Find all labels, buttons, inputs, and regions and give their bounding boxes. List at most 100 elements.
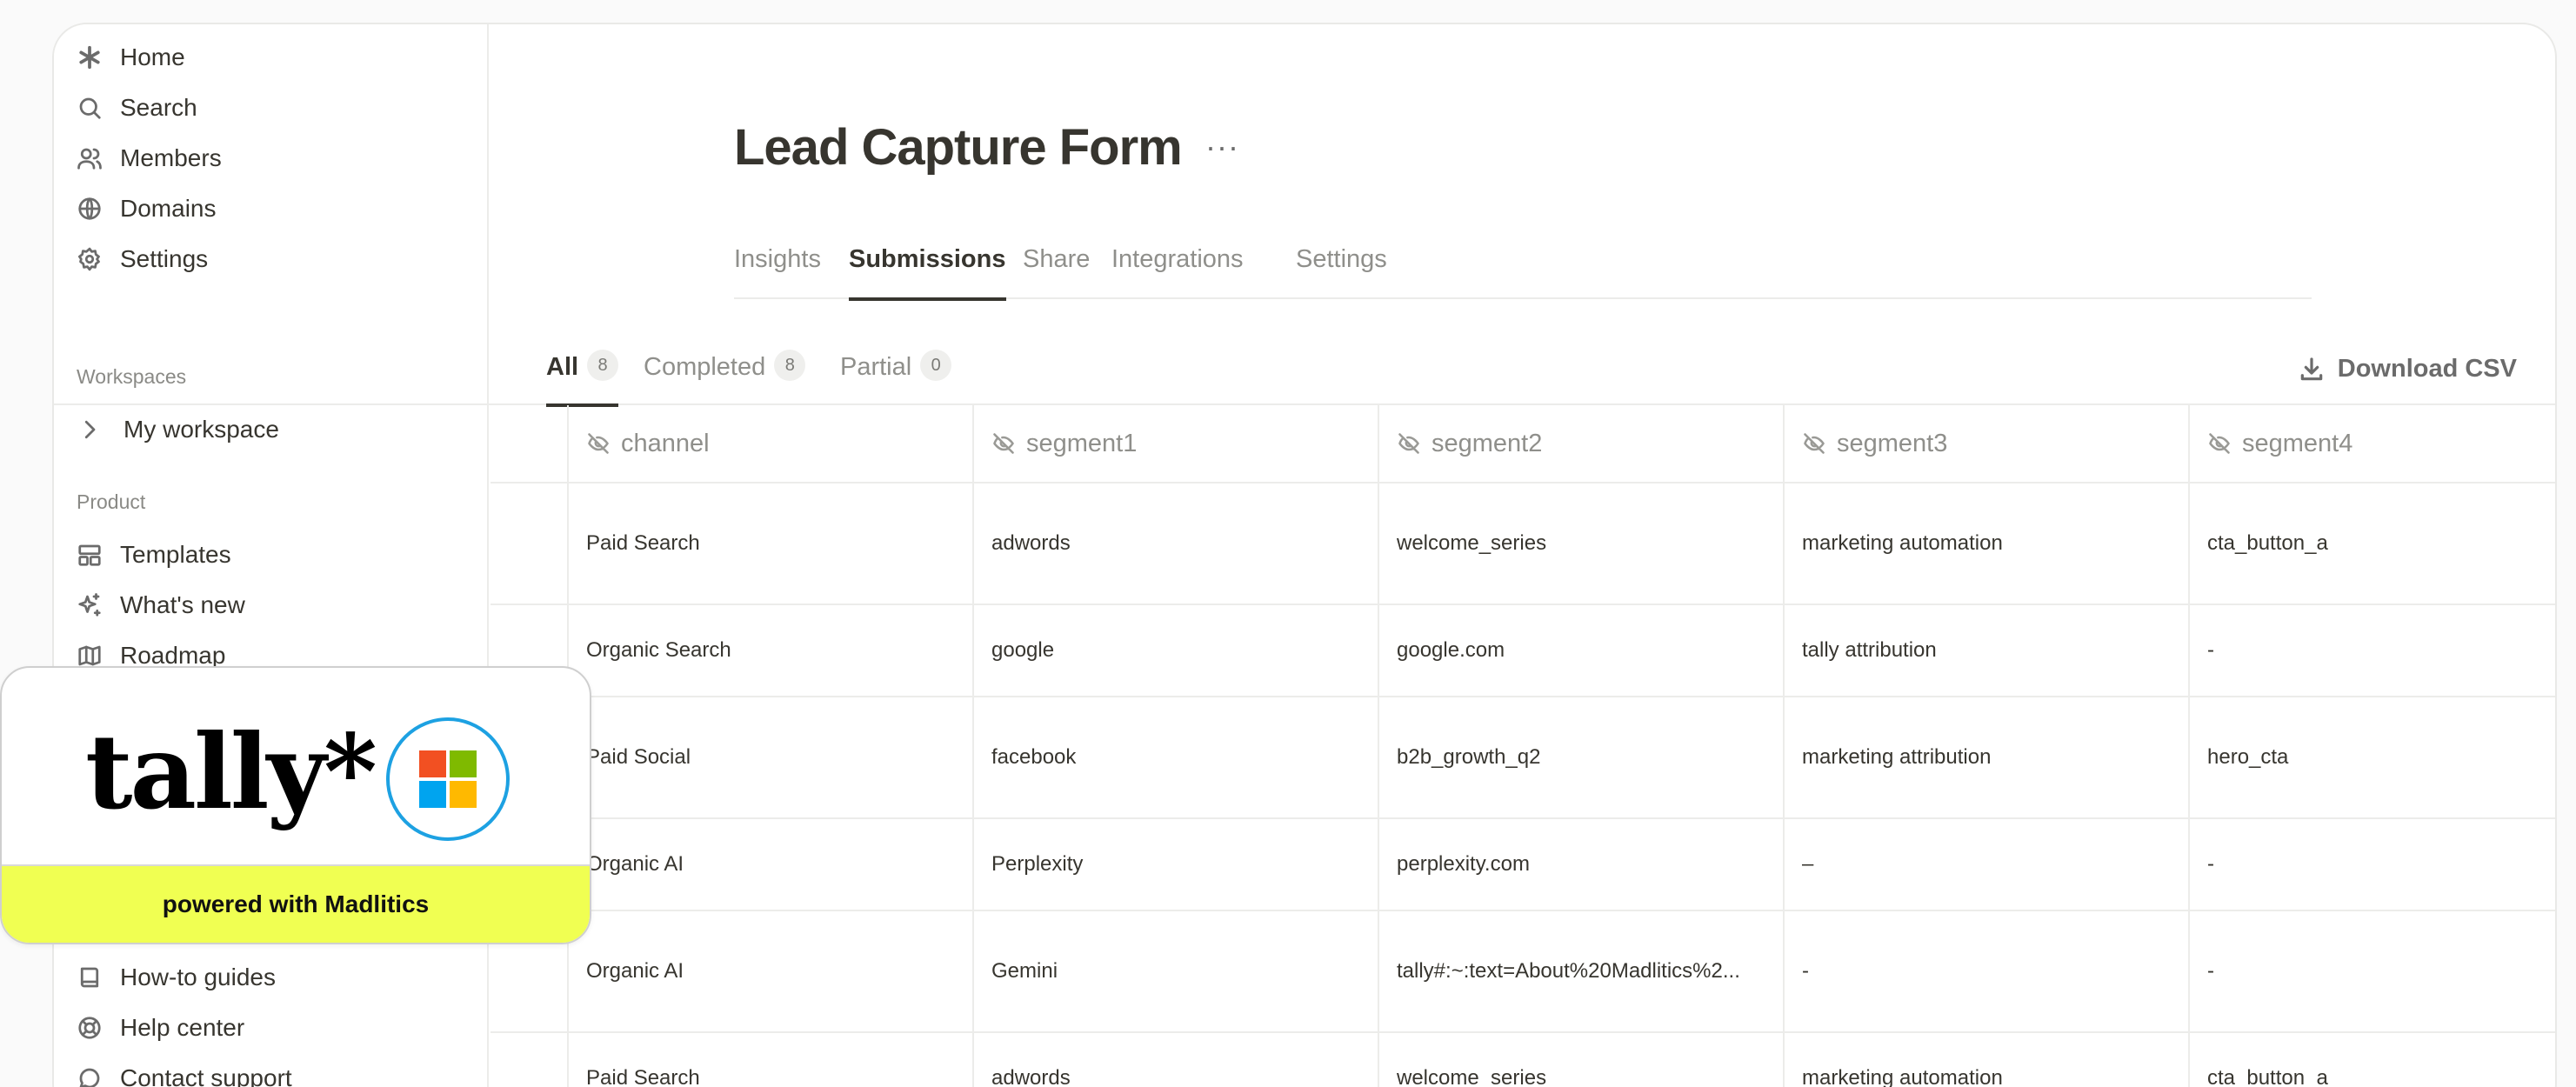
row-select-cell[interactable]	[491, 1033, 567, 1087]
sidebar-item-whats-new[interactable]: What's new	[75, 584, 466, 626]
sidebar-item-domains[interactable]: Domains	[75, 188, 466, 230]
download-label: Download CSV	[2337, 355, 2517, 383]
product-heading: Product	[77, 490, 146, 513]
table-cell: tally attribution	[1783, 605, 2188, 696]
table-row[interactable]: Paid Search adwords welcome_series marke…	[491, 483, 2555, 605]
table-cell: Paid Social	[567, 697, 972, 817]
layout-icon	[75, 540, 104, 570]
page-title: Lead Capture Form	[734, 119, 1183, 176]
column-label: segment3	[1837, 429, 1948, 457]
table-cell: tally#:~:text=About%20Madlitics%2...	[1378, 911, 1783, 1031]
table-cell: Paid Search	[567, 1033, 972, 1087]
tab-submissions[interactable]: Submissions	[849, 245, 1006, 301]
eye-off-icon	[993, 433, 1014, 454]
table-row[interactable]: Paid Search adwords welcome_series marke…	[491, 1033, 2555, 1087]
table-header-row: channel segment1 segment2 segment3 segme…	[491, 405, 2555, 483]
sidebar-item-settings[interactable]: Settings	[75, 238, 466, 280]
sidebar-item-label: Home	[120, 43, 185, 70]
table-row[interactable]: Organic AI Gemini tally#:~:text=About%20…	[491, 911, 2555, 1033]
sidebar-item-label: Domains	[120, 195, 217, 222]
column-header[interactable]: segment1	[972, 405, 1378, 482]
column-header[interactable]: segment2	[1378, 405, 1783, 482]
submission-filter-tabs: All 8 Completed 8 Partial 0 Download CSV	[54, 325, 2555, 407]
filter-label: All	[546, 353, 579, 381]
sidebar-item-label: Contact support	[120, 1064, 292, 1087]
sidebar-item-contact-support[interactable]: Contact support	[75, 1057, 466, 1087]
table-cell: Organic Search	[567, 605, 972, 696]
globe-icon	[75, 194, 104, 223]
sidebar-item-label: Templates	[120, 541, 231, 568]
book-icon	[75, 963, 104, 992]
column-header[interactable]: segment4	[2188, 405, 2555, 482]
column-label: channel	[621, 429, 710, 457]
select-column-header	[491, 405, 567, 482]
eye-off-icon	[2209, 433, 2230, 454]
sidebar-item-label: Help center	[120, 1014, 245, 1041]
table-cell: adwords	[972, 483, 1378, 604]
sidebar-item-templates[interactable]: Templates	[75, 534, 466, 576]
tab-share[interactable]: Share	[1023, 245, 1090, 299]
form-tabs: Insights Submissions Share Integrations …	[734, 221, 2312, 301]
table-cell: hero_cta	[2188, 697, 2555, 817]
eye-off-icon	[588, 433, 609, 454]
table-cell: welcome_series	[1378, 1033, 1783, 1087]
table-cell: Organic AI	[567, 819, 972, 910]
column-header[interactable]: segment3	[1783, 405, 2188, 482]
search-icon	[75, 93, 104, 123]
column-label: segment2	[1431, 429, 1543, 457]
filter-label: Completed	[644, 353, 766, 381]
sidebar-item-label: How-to guides	[120, 964, 276, 990]
sidebar-item-members[interactable]: Members	[75, 137, 466, 179]
sidebar-item-help-center[interactable]: Help center	[75, 1007, 466, 1049]
chevron-right-icon[interactable]	[75, 415, 104, 444]
filter-all[interactable]: All 8	[546, 350, 619, 407]
gear-icon	[75, 244, 104, 274]
sidebar-item-search[interactable]: Search	[75, 87, 466, 129]
table-cell: cta_button_a	[2188, 1033, 2555, 1087]
tab-integrations[interactable]: Integrations	[1111, 245, 1244, 299]
table-cell: –	[1783, 819, 2188, 910]
table-row[interactable]: Organic Search google google.com tally a…	[491, 605, 2555, 697]
table-cell: marketing attribution	[1783, 697, 2188, 817]
sidebar-item-label: Settings	[120, 245, 209, 272]
sidebar-item-how-to-guides[interactable]: How-to guides	[75, 957, 466, 998]
users-icon	[75, 143, 104, 173]
row-select-cell[interactable]	[491, 483, 567, 604]
sparkles-icon	[75, 590, 104, 620]
table-cell: -	[2188, 605, 2555, 696]
column-label: segment4	[2242, 429, 2353, 457]
filter-completed[interactable]: Completed 8	[644, 350, 806, 405]
table-cell: Organic AI	[567, 911, 972, 1031]
tab-settings[interactable]: Settings	[1296, 245, 1387, 299]
tally-logo: tally*	[85, 711, 377, 832]
filter-label: Partial	[840, 353, 912, 381]
table-cell: cta_button_a	[2188, 483, 2555, 604]
table-row[interactable]: Paid Social facebook b2b_growth_q2 marke…	[491, 697, 2555, 819]
table-cell: Paid Search	[567, 483, 972, 604]
lifebuoy-icon	[75, 1013, 104, 1043]
table-cell: -	[1783, 911, 2188, 1031]
table-cell: welcome_series	[1378, 483, 1783, 604]
more-options-button[interactable]: ···	[1205, 129, 1239, 165]
table-cell: adwords	[972, 1033, 1378, 1087]
column-header[interactable]: channel	[567, 405, 972, 482]
sidebar-item-my-workspace[interactable]: My workspace	[75, 409, 466, 450]
chat-icon	[75, 1064, 104, 1087]
table-cell: facebook	[972, 697, 1378, 817]
eye-off-icon	[1398, 433, 1419, 454]
filter-partial[interactable]: Partial 0	[840, 350, 952, 405]
sidebar-item-label: Members	[120, 144, 222, 171]
sidebar-item-label: My workspace	[123, 416, 279, 443]
table-cell: Perplexity	[972, 819, 1378, 910]
sidebar-item-label: What's new	[120, 591, 245, 618]
tab-insights[interactable]: Insights	[734, 245, 821, 299]
table-cell: Gemini	[972, 911, 1378, 1031]
table-cell: -	[2188, 911, 2555, 1031]
table-cell: marketing automation	[1783, 1033, 2188, 1087]
download-csv-button[interactable]: Download CSV	[2298, 355, 2517, 383]
count-badge: 0	[920, 350, 952, 381]
table-row[interactable]: Organic AI Perplexity perplexity.com – -	[491, 819, 2555, 911]
table-cell: b2b_growth_q2	[1378, 697, 1783, 817]
sidebar-item-home[interactable]: Home	[75, 37, 466, 78]
table-cell: marketing automation	[1783, 483, 2188, 604]
